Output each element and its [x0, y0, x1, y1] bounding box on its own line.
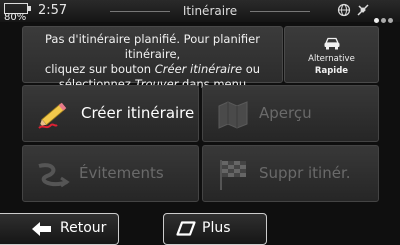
create-route-button[interactable]: Créer itinéraire	[22, 85, 199, 142]
avoidances-button[interactable]: Évitements	[22, 145, 199, 202]
screen-title-wrap: Itinéraire	[110, 0, 310, 22]
more-label: Plus	[202, 220, 231, 236]
more-button[interactable]: Plus	[163, 213, 267, 245]
avoidances-label: Évitements	[79, 164, 164, 182]
create-route-label: Créer itinéraire	[81, 104, 195, 122]
battery-indicator: 80%	[4, 1, 32, 23]
status-bar: 80% 2:57 Itinéraire	[0, 0, 400, 23]
delete-route-button[interactable]: Suppr itinér.	[202, 145, 379, 202]
screen-title: Itinéraire	[182, 4, 238, 18]
back-label: Retour	[60, 220, 107, 236]
alternative-route-button[interactable]: Alternative Rapide	[284, 26, 379, 83]
overview-label: Aperçu	[259, 104, 312, 122]
arrow-left-icon	[32, 222, 51, 236]
info-line-1: Pas d'itinéraire planifié. Pour planifie…	[45, 32, 260, 61]
alternative-value: Rapide	[314, 66, 349, 76]
overview-button[interactable]: Aperçu	[202, 85, 379, 142]
alternative-label: Alternative	[308, 54, 355, 64]
pencil-icon	[38, 102, 67, 129]
globe-icon[interactable]	[337, 3, 351, 17]
delete-route-label: Suppr itinér.	[259, 164, 351, 182]
info-create-route-ref: Créer itinéraire	[154, 62, 243, 76]
car-icon	[324, 37, 340, 50]
more-icon	[176, 221, 196, 236]
route-info-message: Pas d'itinéraire planifié. Pour planifie…	[22, 26, 283, 106]
route-avoid-icon	[38, 163, 70, 188]
battery-percent: 80%	[4, 12, 27, 23]
satellite-icon[interactable]	[356, 3, 370, 17]
page-dots-icon	[374, 8, 395, 27]
clock-time: 2:57	[38, 3, 68, 18]
map-icon	[218, 101, 248, 129]
checkered-flag-icon	[220, 160, 246, 190]
back-button[interactable]: Retour	[0, 213, 119, 245]
